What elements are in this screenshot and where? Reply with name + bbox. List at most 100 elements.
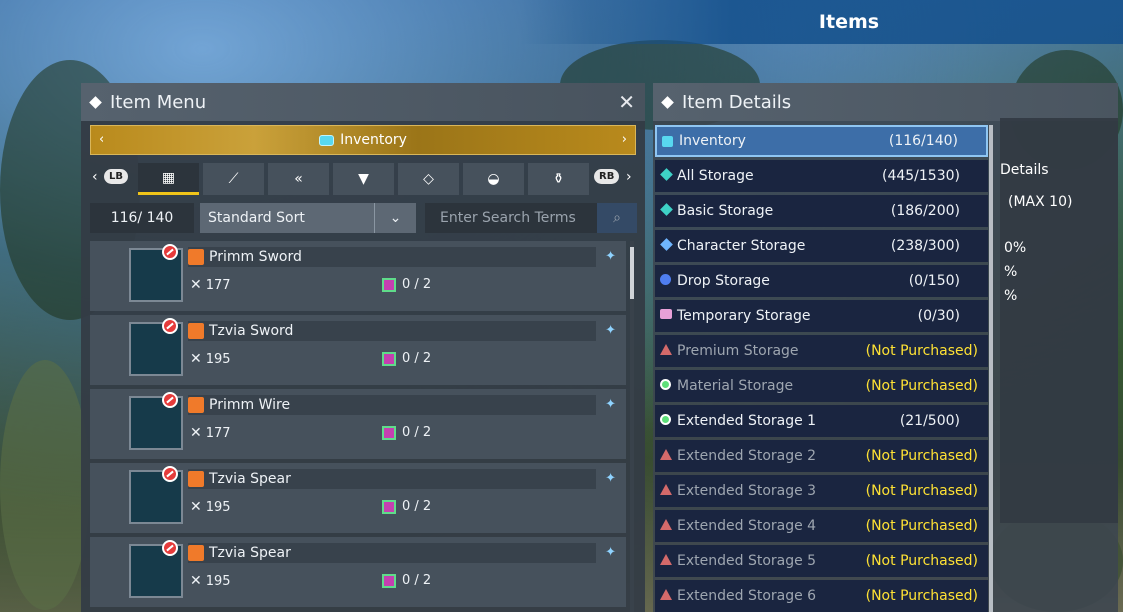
slot-icon [382, 277, 396, 292]
chevron-left-icon[interactable]: ‹ [99, 132, 104, 147]
item-slots: 0 / 2 [382, 499, 431, 514]
storage-item-inventory[interactable]: Inventory (116/140) [655, 125, 988, 157]
slot-icon [382, 573, 396, 588]
rb-button[interactable]: RB [594, 169, 620, 184]
sort-dropdown[interactable]: Standard Sort ⌄ [200, 203, 416, 233]
storage-item-basic[interactable]: Basic Storage (186/200) [655, 195, 988, 227]
gem-icon [660, 379, 671, 390]
shirt-icon: ▼ [358, 171, 369, 187]
swords-icon: ✕ [190, 573, 202, 589]
storage-item-extended-3[interactable]: Extended Storage 3 (Not Purchased) [655, 475, 988, 507]
swords-icon: ✕ [190, 425, 202, 441]
scrollbar-thumb[interactable] [630, 247, 634, 299]
diamond-icon [89, 95, 102, 109]
inventory-banner[interactable]: ‹ Inventory › [90, 125, 636, 155]
storage-item-extended-5[interactable]: Extended Storage 5 (Not Purchased) [655, 545, 988, 577]
warning-icon [660, 344, 672, 355]
character-icon [660, 238, 673, 251]
item-details-header: Item Details [653, 83, 1118, 121]
chevron-down-icon[interactable]: ⌄ [374, 203, 416, 233]
item-power: ✕ 195 [190, 351, 231, 367]
storage-list-scrollbar[interactable] [989, 125, 993, 612]
item-slots: 0 / 2 [382, 573, 431, 588]
inventory-icon [319, 134, 335, 146]
close-icon[interactable]: ✕ [618, 90, 635, 114]
warning-icon [660, 519, 672, 530]
storage-item-extended-1[interactable]: Extended Storage 1 (21/500) [655, 405, 988, 437]
tab-swords[interactable]: ⟋ [203, 163, 264, 195]
diamond-icon [660, 203, 673, 216]
item-name: Tzvia Spear [209, 471, 291, 487]
item-power: ✕ 177 [190, 425, 231, 441]
diamond-icon [661, 95, 674, 109]
weapon-type-icon [188, 471, 204, 487]
list-item[interactable]: Tzvia Sword ✕ 195 0 / 2 ✦ [90, 315, 626, 385]
item-list-scrollbar[interactable] [630, 241, 634, 612]
list-item[interactable]: Primm Sword ✕ 177 0 / 2 ✦ [90, 241, 626, 311]
storage-item-drop[interactable]: Drop Storage (0/150) [655, 265, 988, 297]
chevron-right-icon[interactable]: › [622, 132, 627, 147]
weapon-type-icon [188, 397, 204, 413]
stat-pct: 0% [1004, 240, 1027, 256]
tab-materials[interactable]: ⚱ [528, 163, 589, 195]
search-input[interactable]: Enter Search Terms ⌕ [425, 203, 637, 233]
warning-icon [660, 589, 672, 600]
temporary-icon [660, 309, 672, 319]
item-name-bar: Tzvia Spear [188, 543, 596, 563]
locked-icon [162, 392, 178, 408]
list-item[interactable]: Tzvia Spear ✕ 195 0 / 2 ✦ [90, 463, 626, 533]
claw-icon: « [294, 171, 303, 187]
tab-armor[interactable]: ▼ [333, 163, 394, 195]
max-label: (MAX 10) [1008, 194, 1073, 210]
lb-button[interactable]: LB [104, 169, 128, 184]
item-slots: 0 / 2 [382, 351, 431, 366]
star-icon: ✦ [605, 397, 616, 412]
storage-item-all[interactable]: All Storage (445/1530) [655, 160, 988, 192]
list-item[interactable]: Primm Wire ✕ 177 0 / 2 ✦ [90, 389, 626, 459]
tab-claws[interactable]: « [268, 163, 329, 195]
item-count: 116/ 140 [90, 203, 194, 233]
item-slots: 0 / 2 [382, 277, 431, 292]
storage-item-temporary[interactable]: Temporary Storage (0/30) [655, 300, 988, 332]
warning-icon [660, 449, 672, 460]
panel-title: Item Menu [110, 91, 207, 113]
slot-icon [382, 425, 396, 440]
storage-item-extended-2[interactable]: Extended Storage 2 (Not Purchased) [655, 440, 988, 472]
star-icon: ✦ [605, 545, 616, 560]
diamond-icon [660, 168, 673, 181]
screen-title: Items [520, 0, 1123, 44]
item-name: Tzvia Spear [209, 545, 291, 561]
item-name-bar: Primm Sword [188, 247, 596, 267]
sword-icon: ⟋ [228, 171, 239, 187]
chevron-left-icon[interactable]: ‹ [92, 169, 98, 185]
storage-item-extended-6[interactable]: Extended Storage 6 (Not Purchased) [655, 580, 988, 612]
pot-icon: ⚱ [552, 171, 565, 187]
tab-consumables[interactable]: ◒ [463, 163, 524, 195]
warning-icon [660, 484, 672, 495]
category-tabs: ‹ LB ▦ ⟋ « ▼ ◇ ◒ ⚱ RB › [90, 163, 640, 195]
storage-item-premium[interactable]: Premium Storage (Not Purchased) [655, 335, 988, 367]
storage-item-material[interactable]: Material Storage (Not Purchased) [655, 370, 988, 402]
tab-accessories[interactable]: ◇ [398, 163, 459, 195]
locked-icon [162, 318, 178, 334]
stat-pct: % [1004, 288, 1018, 304]
search-icon[interactable]: ⌕ [597, 203, 637, 233]
item-name: Primm Sword [209, 249, 302, 265]
item-menu-header: Item Menu ✕ [81, 83, 645, 121]
item-name-bar: Tzvia Spear [188, 469, 596, 489]
locked-icon [162, 540, 178, 556]
list-item[interactable]: Tzvia Spear ✕ 195 0 / 2 ✦ [90, 537, 626, 607]
storage-item-extended-4[interactable]: Extended Storage 4 (Not Purchased) [655, 510, 988, 542]
tag-icon: ◇ [423, 171, 434, 187]
storage-item-character[interactable]: Character Storage (238/300) [655, 230, 988, 262]
chevron-right-icon[interactable]: › [626, 169, 632, 185]
gem-icon [660, 414, 671, 425]
storage-list: Inventory (116/140) All Storage (445/153… [655, 125, 988, 612]
item-list: Primm Sword ✕ 177 0 / 2 ✦ Tzvia Sword ✕ 19… [90, 241, 626, 611]
inventory-icon [662, 136, 673, 147]
slot-icon [382, 351, 396, 366]
tab-all[interactable]: ▦ [138, 163, 199, 195]
ball-icon: ◒ [487, 171, 500, 187]
item-menu-panel: Item Menu ✕ ‹ Inventory › ‹ LB ▦ ⟋ « ▼ ◇… [81, 83, 645, 612]
star-icon: ✦ [605, 249, 616, 264]
